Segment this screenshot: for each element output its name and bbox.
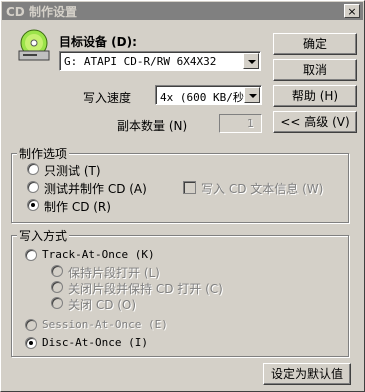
copies-spinner[interactable]: 1 bbox=[219, 114, 262, 133]
write-mode-group-title: 写入方式 bbox=[17, 227, 70, 244]
dao-label[interactable]: Disc-At-Once (I) bbox=[42, 336, 148, 349]
tao-radio[interactable] bbox=[25, 249, 37, 261]
close-keep-radio[interactable] bbox=[51, 281, 63, 293]
test-and-make-radio[interactable] bbox=[27, 181, 39, 193]
speed-label: 写入速度 bbox=[83, 91, 132, 105]
sao-label[interactable]: Session-At-Once (E) bbox=[42, 318, 168, 331]
copies-value: 1 bbox=[247, 117, 254, 130]
device-select[interactable]: G: ATAPI CD-R/RW 6X4X32 bbox=[59, 51, 261, 71]
help-button[interactable]: 帮助 (H) bbox=[273, 85, 357, 107]
make-radio[interactable] bbox=[27, 199, 39, 211]
chevron-down-icon bbox=[248, 60, 256, 64]
test-and-make-label[interactable]: 测试并制作 CD (A) bbox=[44, 180, 147, 197]
ok-button[interactable]: 确定 bbox=[273, 33, 357, 55]
chevron-down-icon bbox=[249, 94, 257, 98]
write-cd-text-checkbox[interactable] bbox=[183, 181, 196, 194]
options-group-title: 制作选项 bbox=[17, 145, 70, 162]
keep-open-label[interactable]: 保持片段打开 (L) bbox=[68, 264, 160, 281]
set-default-button[interactable]: 设定为默认值 bbox=[263, 363, 351, 385]
test-only-radio[interactable] bbox=[27, 163, 39, 175]
device-dropdown-arrow[interactable] bbox=[243, 53, 259, 69]
window-title: CD 制作设置 bbox=[6, 5, 77, 19]
close-keep-label[interactable]: 关闭片段并保持 CD 打开 (C) bbox=[68, 280, 223, 297]
cancel-button[interactable]: 取消 bbox=[273, 59, 357, 81]
copies-label: 副本数量 (N) bbox=[117, 119, 188, 133]
tao-label[interactable]: Track-At-Once (K) bbox=[42, 248, 155, 261]
dialog-window: CD 制作设置 × 目标设备 (D): G: ATAPI CD-R/RW 6X4… bbox=[0, 0, 365, 392]
radio-selected-dot bbox=[29, 341, 33, 345]
write-cd-text-label[interactable]: 写入 CD 文本信息 (W) bbox=[201, 180, 323, 197]
close-cd-radio[interactable] bbox=[51, 297, 63, 309]
dao-radio[interactable] bbox=[25, 337, 37, 349]
make-label[interactable]: 制作 CD (R) bbox=[44, 198, 111, 215]
test-only-label[interactable]: 只测试 (T) bbox=[44, 162, 101, 179]
keep-open-radio[interactable] bbox=[51, 265, 63, 277]
title-bar: CD 制作设置 × bbox=[2, 2, 363, 20]
radio-selected-dot bbox=[31, 203, 35, 207]
speed-select[interactable]: 4x (600 KB/秒) bbox=[155, 85, 262, 105]
speed-value: 4x (600 KB/秒) bbox=[160, 91, 251, 104]
close-cd-label[interactable]: 关闭 CD (O) bbox=[68, 296, 136, 313]
device-label: 目标设备 (D): bbox=[59, 35, 137, 49]
speed-dropdown-arrow[interactable] bbox=[244, 87, 260, 103]
close-button[interactable]: × bbox=[344, 4, 360, 18]
advanced-button[interactable]: << 高级 (V) bbox=[273, 111, 357, 133]
device-value: G: ATAPI CD-R/RW 6X4X32 bbox=[64, 55, 217, 68]
sao-radio[interactable] bbox=[25, 319, 37, 331]
cd-drive-icon bbox=[18, 29, 50, 61]
